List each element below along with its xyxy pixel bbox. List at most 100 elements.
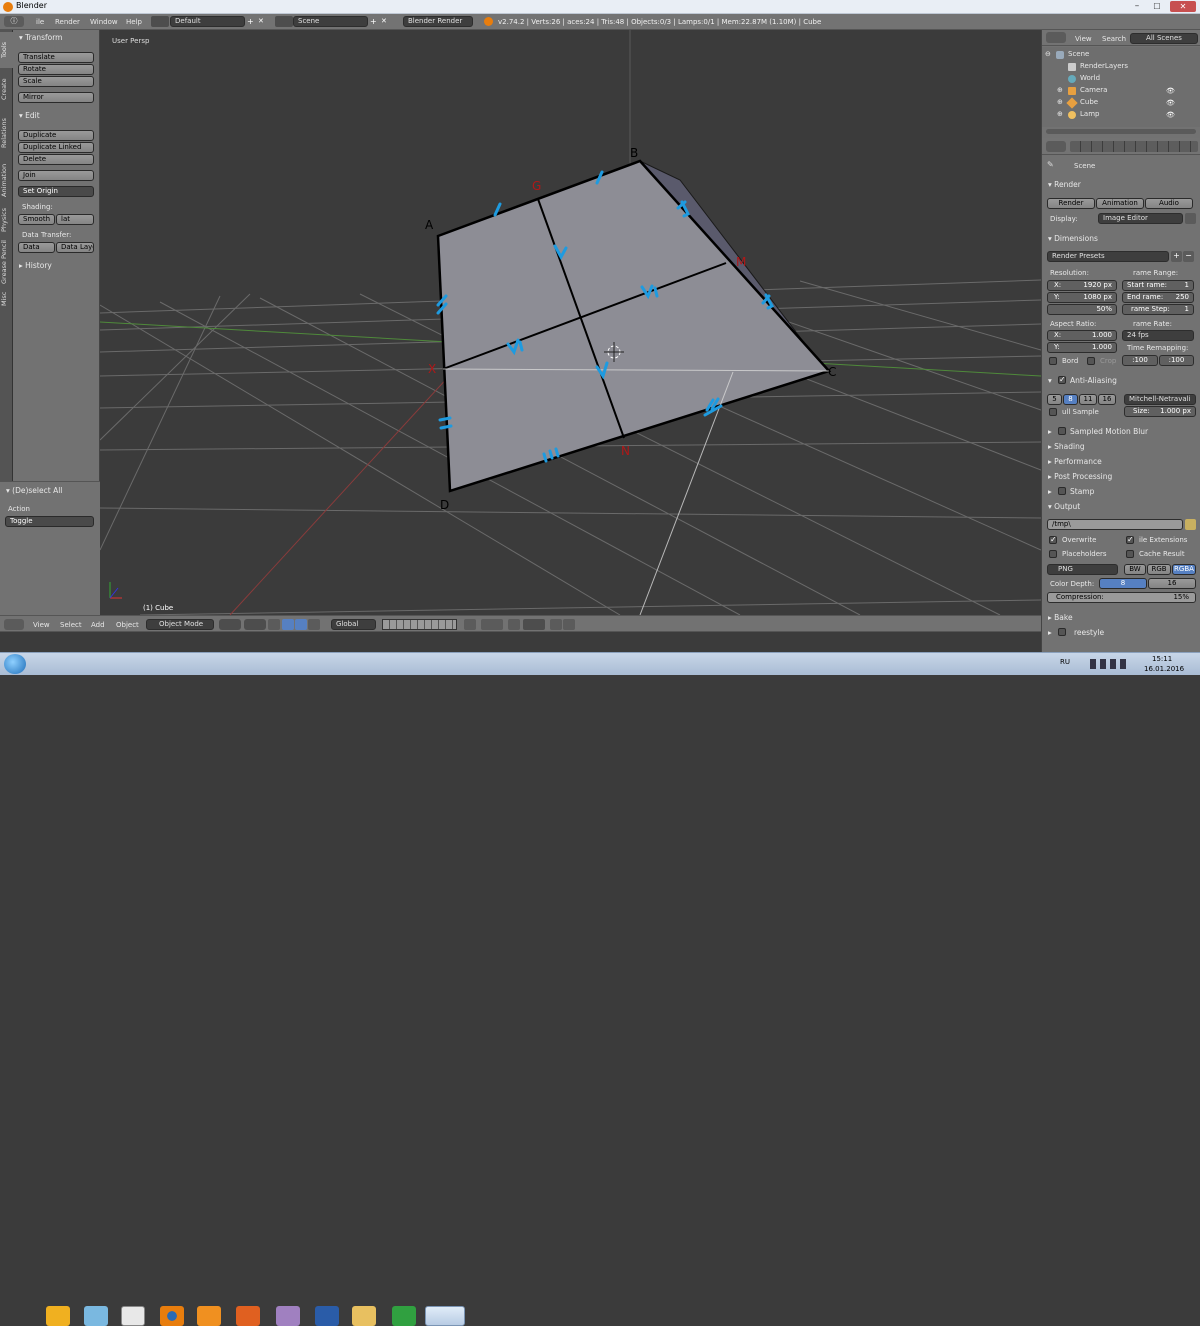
display-dropdown[interactable]: Image Editor [1098, 213, 1183, 224]
filter-size-field[interactable]: Size: 1.000 px [1124, 406, 1196, 417]
tab-grease-pencil[interactable]: Grease Pencil [0, 238, 13, 286]
language-indicator[interactable]: RU [1060, 658, 1070, 666]
visibility-eye-icon[interactable]: 👁 [1166, 99, 1175, 107]
mirror-button[interactable]: Mirror [18, 92, 94, 103]
set-origin-dropdown[interactable]: Set Origin [18, 186, 94, 197]
aspect-x-field[interactable]: X: 1.000 [1047, 330, 1117, 341]
audio-button[interactable]: Audio [1145, 198, 1193, 209]
taskbar-explorer-icon[interactable] [352, 1306, 376, 1326]
delete-button[interactable]: Delete [18, 154, 94, 165]
expand-icon[interactable]: ⊕ [1057, 86, 1063, 94]
expand-icon[interactable]: ⊕ [1057, 98, 1063, 106]
outliner-row[interactable]: ⊕ Cube 👁 [1042, 97, 1200, 109]
outliner-tab-view[interactable]: View [1075, 35, 1092, 43]
layout-add-icon[interactable]: + [247, 16, 256, 27]
remap-new-field[interactable]: :100 [1159, 355, 1194, 366]
menu-select[interactable]: Select [60, 621, 82, 629]
color-rgb-button[interactable]: RGB [1147, 564, 1171, 575]
pin-icon[interactable]: ✎ [1047, 160, 1054, 169]
layout-selector[interactable]: Default [170, 16, 245, 27]
start-button[interactable] [4, 654, 26, 674]
aa-enable-checkbox[interactable] [1058, 375, 1066, 384]
duplicate-button[interactable]: Duplicate [18, 130, 94, 141]
manipulator-icon[interactable] [268, 619, 280, 630]
menu-add[interactable]: Add [91, 621, 105, 629]
outliner-row[interactable]: ⊕ Lamp 👁 [1042, 109, 1200, 121]
depth-8-button[interactable]: 8 [1099, 578, 1147, 589]
animation-button[interactable]: Animation [1096, 198, 1144, 209]
outliner-row[interactable]: RenderLayers [1042, 61, 1200, 73]
tab-relations[interactable]: Relations [0, 110, 13, 156]
taskbar-blender-icon[interactable] [160, 1306, 184, 1326]
taskbar-tool-icon[interactable] [276, 1306, 300, 1326]
motion-blur-checkbox[interactable] [1058, 427, 1066, 435]
outliner-row[interactable]: ⊕ Camera 👁 [1042, 85, 1200, 97]
performance-panel-header[interactable]: ▸ Performance [1048, 457, 1102, 466]
placeholders-checkbox[interactable] [1049, 550, 1057, 558]
render-presets-dropdown[interactable]: Render Presets [1047, 251, 1169, 262]
overwrite-checkbox[interactable] [1049, 535, 1057, 544]
taskbar-green-app-icon[interactable] [392, 1306, 416, 1326]
scene-add-icon[interactable]: + [370, 16, 379, 27]
expand-icon[interactable]: ⊕ [1057, 110, 1063, 118]
taskbar-word-icon[interactable] [315, 1306, 339, 1326]
render-preview-icon[interactable] [550, 619, 562, 630]
maximize-button[interactable]: ☐ [1150, 2, 1164, 12]
tab-animation[interactable]: Animation [0, 158, 13, 202]
frame-start-field[interactable]: Start rame: 1 [1122, 280, 1194, 291]
join-button[interactable]: Join [18, 170, 94, 181]
smooth-button[interactable]: Smooth [18, 214, 55, 225]
mode-selector[interactable]: Object Mode [146, 619, 214, 630]
transform-panel-header[interactable]: ▾ Transform [19, 33, 62, 42]
aa-filter-dropdown[interactable]: Mitchell-Netravali [1124, 394, 1196, 405]
outliner-item-scene[interactable]: Scene [1068, 50, 1089, 58]
full-sample-checkbox[interactable] [1049, 408, 1057, 416]
motion-blur-panel-header[interactable]: ▸ [1048, 427, 1052, 436]
cache-result-checkbox[interactable] [1126, 550, 1134, 558]
translate-manip-icon[interactable] [282, 619, 294, 630]
taskbar-bluetooth-icon[interactable] [46, 1306, 70, 1326]
outliner-item-lamp[interactable]: Lamp [1080, 110, 1099, 118]
layout-remove-icon[interactable]: ✕ [258, 16, 267, 27]
fps-dropdown[interactable]: 24 fps [1122, 330, 1194, 341]
aa-samples-8[interactable]: 8 [1063, 394, 1078, 405]
bake-panel-header[interactable]: ▸ Bake [1048, 613, 1073, 622]
translate-button[interactable]: Translate [18, 52, 94, 63]
duplicate-linked-button[interactable]: Duplicate Linked [18, 142, 94, 153]
post-processing-panel-header[interactable]: ▸ Post Processing [1048, 472, 1112, 481]
close-button[interactable]: ✕ [1170, 1, 1196, 12]
menu-file[interactable]: ile [36, 18, 44, 26]
stamp-panel-header[interactable]: ▸ [1048, 487, 1052, 496]
flat-button[interactable]: lat [56, 214, 94, 225]
tab-misc[interactable]: Misc [0, 288, 13, 310]
resolution-y-field[interactable]: Y: 1080 px [1047, 292, 1117, 303]
color-bw-button[interactable]: BW [1124, 564, 1146, 575]
rotate-manip-icon[interactable] [295, 619, 307, 630]
outliner-row[interactable]: ⊖ Scene [1042, 49, 1200, 61]
freestyle-checkbox[interactable] [1058, 628, 1066, 636]
outliner-item-renderlayers[interactable]: RenderLayers [1080, 62, 1128, 70]
aspect-y-field[interactable]: Y: 1.000 [1047, 342, 1117, 353]
aa-samples-16[interactable]: 16 [1098, 394, 1116, 405]
outliner-editor-icon[interactable] [1046, 32, 1066, 43]
resolution-x-field[interactable]: X: 1920 px [1047, 280, 1117, 291]
pivot-icon[interactable] [244, 619, 266, 630]
taskbar-paint-icon[interactable] [236, 1306, 260, 1326]
taskbar-media-icon[interactable] [197, 1306, 221, 1326]
shading-mode-icon[interactable] [219, 619, 241, 630]
rotate-button[interactable]: Rotate [18, 64, 94, 75]
menu-view[interactable]: View [33, 621, 50, 629]
aa-samples-11[interactable]: 11 [1079, 394, 1097, 405]
snap-element-icon[interactable] [523, 619, 545, 630]
operator-panel-header[interactable]: ▾ (De)select All [6, 486, 62, 495]
outliner-tab-search[interactable]: Search [1102, 35, 1126, 43]
view3d-editor-icon[interactable] [4, 619, 24, 630]
frame-end-field[interactable]: End rame: 250 [1122, 292, 1194, 303]
outliner-item-world[interactable]: World [1080, 74, 1100, 82]
crop-checkbox[interactable] [1087, 357, 1095, 365]
snap-icon[interactable] [508, 619, 520, 630]
border-checkbox[interactable] [1049, 357, 1057, 365]
scale-button[interactable]: Scale [18, 76, 94, 87]
tab-create[interactable]: Create [0, 70, 13, 108]
file-format-dropdown[interactable]: PNG [1047, 564, 1118, 575]
